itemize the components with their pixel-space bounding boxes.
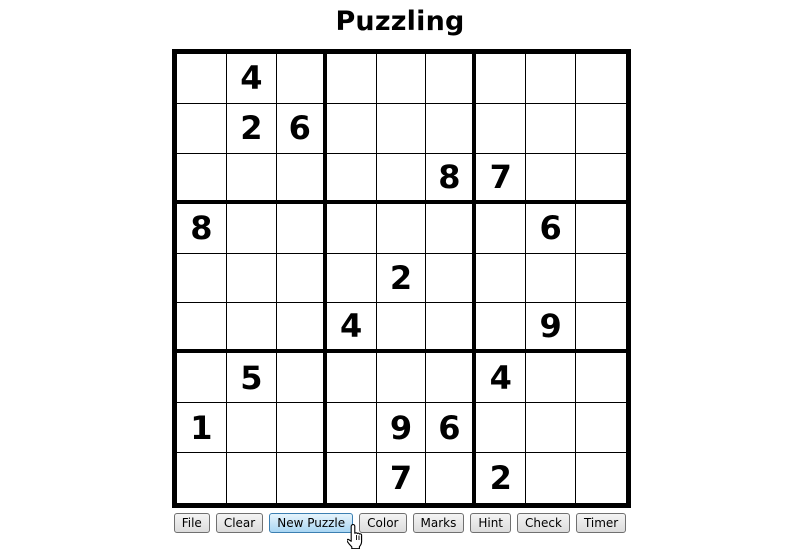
sudoku-cell-r3c7[interactable]: 7 [476,153,527,204]
sudoku-cell-r1c3[interactable] [276,54,327,104]
sudoku-cell-r1c4[interactable] [326,54,377,104]
sudoku-cell-r5c3[interactable] [276,253,327,304]
sudoku-cell-r7c9[interactable] [576,353,626,404]
new-puzzle-button[interactable]: New Puzzle [269,513,354,533]
sudoku-cell-r9c1[interactable] [177,453,227,503]
sudoku-cell-r6c5[interactable] [376,303,427,354]
sudoku-cell-r8c1[interactable]: 1 [177,403,227,454]
sudoku-cell-r2c7[interactable] [476,103,527,154]
sudoku-cell-r7c2[interactable]: 5 [226,353,277,404]
sudoku-cell-r7c1[interactable] [177,353,227,404]
check-button[interactable]: Check [517,513,570,533]
sudoku-cell-r3c2[interactable] [226,153,277,204]
sudoku-cell-r5c4[interactable] [326,253,377,304]
sudoku-cell-r1c7[interactable] [476,54,527,104]
sudoku-cell-r5c5[interactable]: 2 [376,253,427,304]
sudoku-cell-r9c5[interactable]: 7 [377,453,427,503]
sudoku-cell-r7c3[interactable] [276,353,327,404]
file-button[interactable]: File [173,513,210,533]
sudoku-cell-r7c8[interactable] [526,353,577,404]
sudoku-cell-r7c5[interactable] [376,353,427,404]
sudoku-cell-r2c1[interactable] [177,103,227,154]
sudoku-cell-r6c2[interactable] [226,303,277,354]
sudoku-cell-r6c4[interactable]: 4 [326,303,377,354]
sudoku-cell-r9c9[interactable] [576,453,626,503]
sudoku-cell-r4c3[interactable] [276,203,327,254]
sudoku-cell-r2c8[interactable] [526,103,577,154]
sudoku-cell-r3c3[interactable] [276,153,327,204]
marks-button[interactable]: Marks [412,513,465,533]
sudoku-cell-r2c2[interactable]: 2 [226,103,277,154]
sudoku-cell-r1c5[interactable] [376,54,427,104]
sudoku-cell-r3c6[interactable]: 8 [426,153,477,204]
sudoku-cell-r2c3[interactable]: 6 [276,103,327,154]
sudoku-cell-r6c7[interactable] [476,303,527,354]
sudoku-cell-r4c1[interactable]: 8 [177,203,227,254]
sudoku-cell-r4c9[interactable] [576,204,626,254]
sudoku-cell-r9c7[interactable]: 2 [476,453,527,503]
sudoku-cell-r6c6[interactable] [426,303,477,354]
sudoku-cell-r4c2[interactable] [226,203,277,254]
sudoku-cell-r8c6[interactable]: 6 [426,403,477,454]
sudoku-cell-r4c5[interactable] [376,203,427,254]
sudoku-cell-r5c9[interactable] [576,254,626,304]
sudoku-cell-r5c6[interactable] [426,253,477,304]
sudoku-cell-r8c8[interactable] [526,403,577,454]
sudoku-cell-r1c1[interactable] [177,54,227,104]
timer-button[interactable]: Timer [575,513,627,533]
sudoku-cell-r6c1[interactable] [177,303,227,354]
sudoku-cell-r8c2[interactable] [226,403,277,454]
sudoku-cell-r4c7[interactable] [476,203,527,254]
sudoku-cell-r2c9[interactable] [576,104,626,154]
sudoku-cell-r8c5[interactable]: 9 [376,403,427,454]
sudoku-cell-r3c1[interactable] [177,153,227,204]
sudoku-cell-r8c4[interactable] [326,403,377,454]
sudoku-cell-r9c4[interactable] [327,453,377,503]
page-title: Puzzling [335,6,465,37]
sudoku-cell-r8c3[interactable] [276,403,327,454]
sudoku-cell-r4c8[interactable]: 6 [526,203,577,254]
sudoku-cell-r3c9[interactable] [576,154,626,204]
sudoku-cell-r9c8[interactable] [526,453,577,503]
color-button[interactable]: Color [359,513,407,533]
sudoku-cell-r5c2[interactable] [226,253,277,304]
sudoku-board: 42687862495419672 [172,49,631,508]
sudoku-cell-r3c5[interactable] [376,153,427,204]
sudoku-cell-r5c7[interactable] [476,253,527,304]
hint-button[interactable]: Hint [470,513,512,533]
sudoku-cell-r5c8[interactable] [526,253,577,304]
sudoku-cell-r1c9[interactable] [576,54,626,104]
sudoku-cell-r5c1[interactable] [177,253,227,304]
sudoku-cell-r6c3[interactable] [276,303,327,354]
sudoku-cell-r6c9[interactable] [576,303,626,354]
sudoku-cell-r1c6[interactable] [426,54,477,104]
sudoku-cell-r3c8[interactable] [526,153,577,204]
toolbar: File Clear New Puzzle Color Marks Hint C… [0,513,800,533]
sudoku-cell-r2c6[interactable] [426,103,477,154]
hand-pointer-icon [347,523,363,549]
sudoku-cell-r9c6[interactable] [426,453,477,503]
clear-button[interactable]: Clear [215,513,264,533]
sudoku-cell-r4c4[interactable] [326,203,377,254]
sudoku-cell-r4c6[interactable] [426,203,477,254]
sudoku-cell-r2c4[interactable] [326,103,377,154]
sudoku-cell-r9c2[interactable] [227,453,277,503]
sudoku-cell-r1c8[interactable] [526,54,577,104]
sudoku-cell-r1c2[interactable]: 4 [226,54,277,104]
sudoku-cell-r7c4[interactable] [326,353,377,404]
sudoku-cell-r8c9[interactable] [576,403,626,454]
sudoku-cell-r9c3[interactable] [277,453,327,503]
sudoku-cell-r3c4[interactable] [326,153,377,204]
sudoku-cell-r7c6[interactable] [426,353,477,404]
sudoku-cell-r6c8[interactable]: 9 [526,303,577,354]
sudoku-cell-r7c7[interactable]: 4 [476,353,527,404]
sudoku-cell-r2c5[interactable] [376,103,427,154]
sudoku-cell-r8c7[interactable] [476,403,527,454]
